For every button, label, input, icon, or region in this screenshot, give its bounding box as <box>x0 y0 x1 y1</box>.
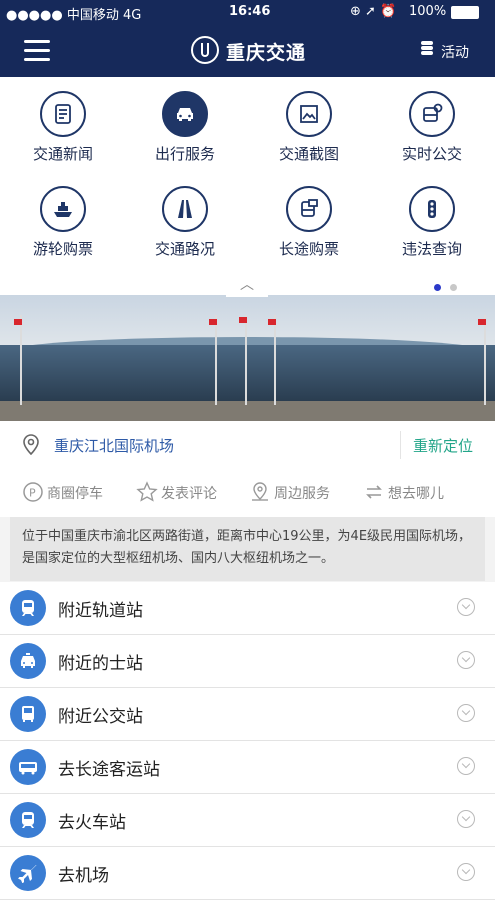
chevron-down-icon[interactable] <box>457 810 475 828</box>
car-icon <box>162 91 208 137</box>
road-icon <box>162 186 208 232</box>
menu-icon[interactable] <box>24 40 50 61</box>
feature-label: 游轮购票 <box>32 240 93 258</box>
list-item-train-station[interactable]: 去火车站 <box>0 794 495 847</box>
navigation-bar: 重庆交通 活动 <box>0 24 495 77</box>
relocate-button[interactable]: 重新定位 <box>413 435 473 456</box>
bus-icon <box>10 696 46 732</box>
feature-violation-query[interactable]: 违法查询 <box>377 186 487 259</box>
nearby-list: 附近轨道站 附近的士站 附近公交站 去长途客运站 去火车站 去机场 <box>0 582 495 900</box>
location-description: 位于中国重庆市渝北区两路街道，距离市中心19公里，为4E级民用国际机场，是国家定… <box>10 517 485 581</box>
quick-actions: P 商圈停车 发表评论 周边服务 想去哪儿 <box>0 469 495 517</box>
feature-cruise-ticket[interactable]: 游轮购票 <box>8 186 118 259</box>
image-icon <box>286 91 332 137</box>
feature-news[interactable]: 交通新闻 <box>8 91 118 164</box>
clock: 16:46 <box>229 4 271 19</box>
feature-label: 违法查询 <box>401 240 462 258</box>
coach-icon <box>10 749 46 785</box>
bus-clock-icon <box>409 91 455 137</box>
chevron-down-icon[interactable] <box>457 757 475 775</box>
list-item-nearby-rail[interactable]: 附近轨道站 <box>0 582 495 635</box>
activity-button[interactable]: 活动 <box>441 42 469 62</box>
divider <box>400 431 401 459</box>
svg-text:P: P <box>29 487 36 500</box>
traffic-light-icon <box>409 186 455 232</box>
feature-label: 出行服务 <box>154 145 215 163</box>
app-logo-icon <box>191 36 219 64</box>
battery-icon <box>451 6 479 19</box>
list-item-airport[interactable]: 去机场 <box>0 847 495 900</box>
action-label: 想去哪儿 <box>388 486 444 502</box>
feature-grid: 交通新闻 出行服务 交通截图 实时公交 游轮购票 交通路况 长途购票 违法查询 <box>0 77 495 295</box>
plane-icon <box>10 855 46 891</box>
location-photo <box>0 295 495 421</box>
action-label: 发表评论 <box>161 486 217 502</box>
feature-label: 长途购票 <box>278 240 339 258</box>
page-dot[interactable] <box>450 284 457 291</box>
location-name: 重庆江北国际机场 <box>54 437 175 455</box>
swap-icon <box>366 485 382 499</box>
chevron-down-icon[interactable] <box>457 598 475 616</box>
feature-realtime-bus[interactable]: 实时公交 <box>377 91 487 164</box>
feature-road-condition[interactable]: 交通路况 <box>130 186 240 259</box>
list-item-label: 去长途客运站 <box>58 760 160 780</box>
feature-label: 实时公交 <box>401 145 462 163</box>
star-icon <box>136 481 158 502</box>
list-item-label: 附近公交站 <box>58 707 143 727</box>
feature-label: 交通新闻 <box>32 145 93 163</box>
list-item-label: 附近的士站 <box>58 654 143 674</box>
feature-coach-ticket[interactable]: 长途购票 <box>254 186 364 259</box>
list-item-coach-station[interactable]: 去长途客运站 <box>0 741 495 794</box>
battery-percent: 100% <box>409 4 447 19</box>
parking-icon: P <box>23 482 43 502</box>
page-dot-active[interactable] <box>434 284 441 291</box>
list-item-nearby-bus[interactable]: 附近公交站 <box>0 688 495 741</box>
location-pin-icon <box>23 434 39 456</box>
coach-ticket-icon <box>286 186 332 232</box>
feature-label: 交通路况 <box>154 240 215 258</box>
chevron-down-icon[interactable] <box>457 651 475 669</box>
chevron-down-icon[interactable] <box>457 704 475 722</box>
list-item-nearby-taxi[interactable]: 附近的士站 <box>0 635 495 688</box>
page-indicator <box>434 276 457 295</box>
train-icon <box>10 590 46 626</box>
list-item-label: 附近轨道站 <box>58 601 143 621</box>
news-icon <box>40 91 86 137</box>
status-bar: ●●●●● 中国移动 4G 16:46 ⊕ ➚ ⏰ 100% <box>0 0 495 24</box>
location-icon <box>252 482 268 501</box>
coins-icon[interactable] <box>421 41 433 59</box>
chevron-down-icon[interactable] <box>457 863 475 881</box>
list-item-label: 去火车站 <box>58 813 126 833</box>
carrier-text: ●●●●● 中国移动 4G <box>6 8 142 23</box>
action-label: 商圈停车 <box>47 486 103 502</box>
train-icon <box>10 802 46 838</box>
ship-icon <box>40 186 86 232</box>
action-label: 周边服务 <box>274 486 330 502</box>
location-bar: 重庆江北国际机场 重新定位 <box>0 421 495 470</box>
status-icons: ⊕ ➚ ⏰ <box>350 4 397 19</box>
list-item-label: 去机场 <box>58 866 109 886</box>
page-title: 重庆交通 <box>226 42 307 64</box>
feature-screenshot[interactable]: 交通截图 <box>254 91 364 164</box>
taxi-icon <box>10 643 46 679</box>
feature-label: 交通截图 <box>278 145 339 163</box>
feature-travel-service[interactable]: 出行服务 <box>130 91 240 164</box>
